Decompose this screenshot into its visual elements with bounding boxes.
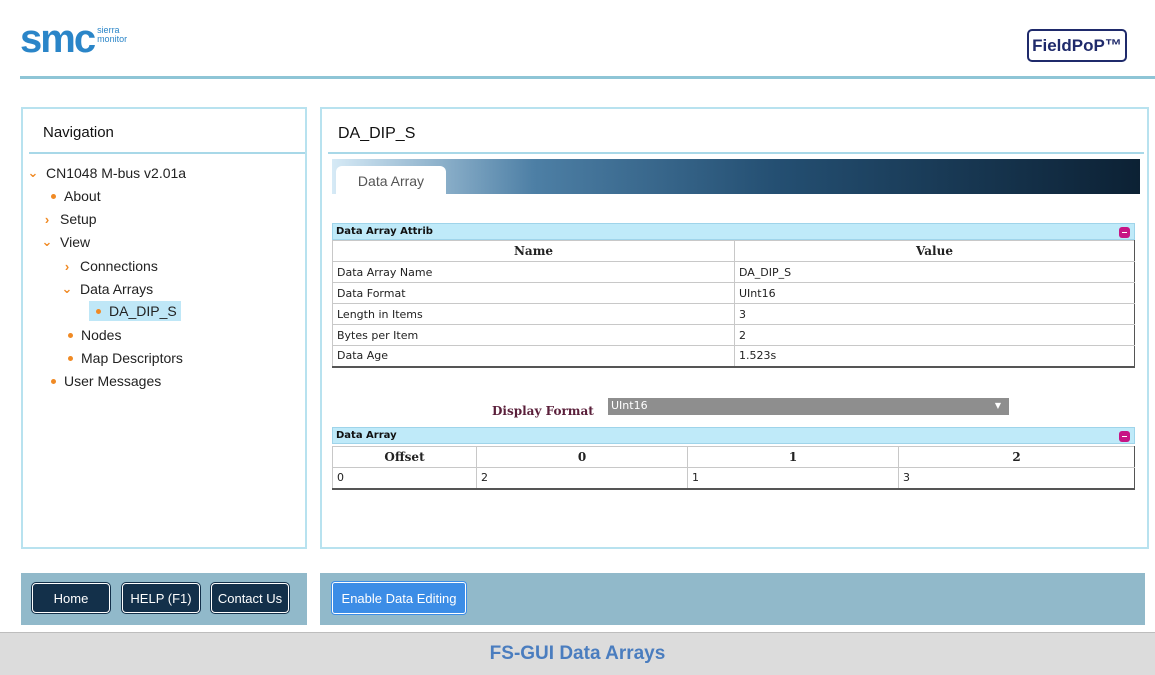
fieldpop-logo: FieldPoP™ — [1027, 29, 1127, 62]
tree-item-data-arrays-label: Data Arrays — [80, 281, 154, 297]
table-row: Bytes per Item 2 — [332, 324, 1135, 346]
column-header-value: Value — [734, 240, 1135, 262]
cell-offset: 0 — [332, 467, 477, 490]
chevron-down-icon: ⌄ — [61, 281, 73, 296]
tree-item-user-messages-label: User Messages — [64, 373, 162, 389]
bullet-icon — [68, 355, 73, 361]
cell-name: Length in Items — [332, 303, 735, 325]
table-header-row: Offset 0 1 2 — [332, 446, 1135, 468]
tab-bar: Data Array — [332, 159, 1140, 196]
table-row: Data Format UInt16 — [332, 282, 1135, 304]
navigation-title: Navigation — [43, 124, 114, 141]
tree-item-about-label: About — [64, 188, 101, 204]
tree-item-root[interactable]: ⌄ CN1048 M-bus v2.01a — [26, 163, 187, 183]
app-header: smc sierra monitor FieldPoP™ — [0, 0, 1155, 80]
display-format-label: Display Format — [492, 404, 594, 418]
tree-item-map-descriptors-label: Map Descriptors — [81, 350, 183, 366]
tree-item-user-messages[interactable]: User Messages — [47, 371, 161, 391]
footer-left-bar: Home HELP (F1) Contact Us — [21, 573, 307, 625]
cell-value[interactable]: 2 — [476, 467, 688, 490]
title-divider — [328, 152, 1144, 154]
help-button[interactable]: HELP (F1) — [122, 583, 200, 613]
data-array-table: Offset 0 1 2 0 2 1 3 — [332, 446, 1135, 490]
attrib-section-header: Data Array Attrib — [332, 223, 1135, 240]
chevron-right-icon: › — [64, 258, 70, 274]
chevron-down-icon: ⌄ — [27, 165, 39, 180]
chevron-down-icon: ⌄ — [41, 234, 53, 249]
cell-value[interactable]: 1 — [687, 467, 899, 490]
logo-main-text: smc — [20, 17, 96, 61]
display-format-select[interactable]: UInt16 ▼ — [608, 398, 1009, 415]
column-header-2: 2 — [898, 446, 1135, 468]
bullet-icon — [51, 378, 56, 384]
cell-value: 3 — [734, 303, 1135, 325]
tree-item-connections[interactable]: › Connections — [60, 256, 158, 276]
cell-name: Data Array Name — [332, 261, 735, 283]
cell-value[interactable]: 3 — [898, 467, 1135, 490]
navigation-divider — [29, 152, 305, 154]
tree-item-da-dip-s-label: DA_DIP_S — [109, 303, 177, 319]
tree-item-setup[interactable]: › Setup — [40, 209, 97, 229]
column-header-offset: Offset — [332, 446, 477, 468]
main-panel: DA_DIP_S Data Array Data Array Attrib Na… — [320, 107, 1149, 549]
navigation-panel: Navigation ⌄ CN1048 M-bus v2.01a About ›… — [21, 107, 307, 549]
cell-value: UInt16 — [734, 282, 1135, 304]
home-button[interactable]: Home — [32, 583, 110, 613]
tree-item-view[interactable]: ⌄ View — [40, 232, 91, 252]
cell-name: Data Format — [332, 282, 735, 304]
tree-item-data-arrays[interactable]: ⌄ Data Arrays — [60, 279, 154, 299]
attrib-section-title: Data Array Attrib — [336, 226, 433, 237]
smc-logo: smc sierra monitor — [20, 17, 127, 61]
table-row: Data Age 1.523s — [332, 345, 1135, 368]
tree-item-setup-label: Setup — [60, 211, 97, 227]
tree-item-root-label: CN1048 M-bus v2.01a — [46, 165, 187, 181]
data-array-section-title: Data Array — [336, 430, 397, 441]
tree-item-da-dip-s[interactable]: DA_DIP_S — [89, 301, 181, 321]
display-format-value: UInt16 — [611, 399, 648, 412]
cell-value: 1.523s — [734, 345, 1135, 368]
cell-name: Data Age — [332, 345, 735, 368]
column-header-1: 1 — [687, 446, 899, 468]
collapse-icon[interactable] — [1119, 431, 1130, 442]
tree-item-nodes[interactable]: Nodes — [64, 325, 121, 345]
table-row: Data Array Name DA_DIP_S — [332, 261, 1135, 283]
data-array-section-header: Data Array — [332, 427, 1135, 444]
table-header-row: Name Value — [332, 240, 1135, 262]
bullet-icon — [96, 308, 101, 314]
cell-value: DA_DIP_S — [734, 261, 1135, 283]
tree-item-view-label: View — [60, 234, 91, 250]
tab-data-array[interactable]: Data Array — [336, 166, 446, 196]
dropdown-arrow-icon: ▼ — [994, 401, 1001, 410]
tree-item-about[interactable]: About — [47, 186, 101, 206]
table-row: Length in Items 3 — [332, 303, 1135, 325]
enable-data-editing-button[interactable]: Enable Data Editing — [332, 582, 466, 614]
tree-item-map-descriptors[interactable]: Map Descriptors — [64, 348, 183, 368]
tree-item-nodes-label: Nodes — [81, 327, 122, 343]
cell-name: Bytes per Item — [332, 324, 735, 346]
footer-right-bar: Enable Data Editing — [320, 573, 1145, 625]
collapse-icon[interactable] — [1119, 227, 1130, 238]
chevron-right-icon: › — [44, 211, 50, 227]
bullet-icon — [51, 193, 56, 199]
header-divider — [20, 76, 1155, 79]
page-title: DA_DIP_S — [338, 125, 416, 142]
column-header-name: Name — [332, 240, 735, 262]
tree-item-connections-label: Connections — [80, 258, 158, 274]
logo-sub-text: sierra monitor — [97, 26, 127, 44]
table-row: 0 2 1 3 — [332, 467, 1135, 490]
attrib-table: Name Value Data Array Name DA_DIP_S Data… — [332, 240, 1135, 368]
logo-sub-line2: monitor — [97, 34, 128, 44]
bullet-icon — [68, 332, 73, 338]
cell-value: 2 — [734, 324, 1135, 346]
contact-us-button[interactable]: Contact Us — [211, 583, 289, 613]
caption: FS-GUI Data Arrays — [0, 632, 1155, 675]
column-header-0: 0 — [476, 446, 688, 468]
